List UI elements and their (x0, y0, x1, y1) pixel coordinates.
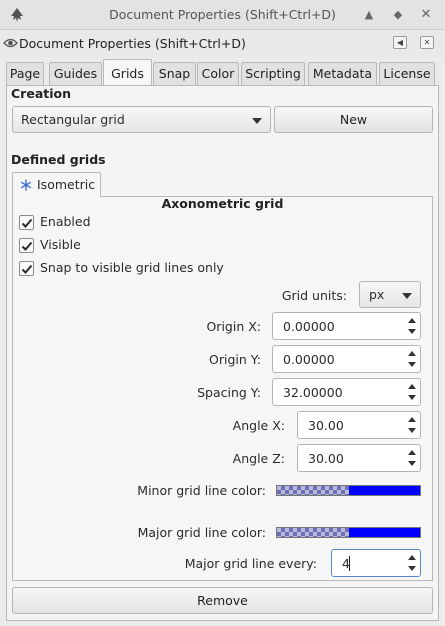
dock-iconify-button[interactable]: ◀ (393, 36, 407, 49)
enabled-label: Enabled (40, 214, 91, 229)
spin-up-icon[interactable] (407, 316, 417, 326)
defined-grids-heading: Defined grids (11, 152, 106, 167)
close-icon[interactable]: ✕ (418, 7, 434, 23)
checkmark-icon (21, 264, 33, 274)
grid-type-select[interactable]: Rectangular grid (12, 106, 271, 133)
tab-metadata[interactable]: Metadata (308, 62, 377, 86)
grid-type-title: Axonometric grid (161, 196, 284, 211)
grid-tab-label: Isometric (37, 177, 96, 192)
window-title: Document Properties (Shift+Ctrl+D) (109, 7, 336, 22)
origin-y-spinbox[interactable]: 0.00000 (272, 345, 421, 373)
checkmark-icon (21, 241, 33, 251)
spin-up-icon[interactable] (407, 349, 417, 359)
origin-x-value: 0.00000 (283, 319, 335, 334)
spin-up-icon[interactable] (407, 448, 417, 458)
spin-up-icon[interactable] (407, 553, 417, 563)
spin-up-icon[interactable] (407, 415, 417, 425)
tab-guides[interactable]: Guides (49, 62, 102, 86)
spacing-y-value: 32.00000 (283, 385, 343, 400)
tab-color[interactable]: Color (197, 62, 239, 86)
angle-x-value: 30.00 (308, 418, 344, 433)
major-color-label: Major grid line color: (137, 525, 266, 540)
remove-grid-button[interactable]: Remove (12, 587, 433, 614)
enabled-checkbox[interactable] (19, 215, 34, 230)
spin-down-icon[interactable] (407, 359, 417, 369)
restore-icon[interactable]: ◆ (390, 7, 406, 23)
angle-x-label: Angle X: (232, 418, 285, 433)
origin-x-label: Origin X: (206, 319, 261, 334)
major-color-swatch (349, 528, 420, 537)
tab-grids[interactable]: Grids (103, 59, 152, 87)
chevron-down-icon (402, 293, 412, 299)
minor-color-swatch (349, 486, 420, 495)
spin-down-icon[interactable] (407, 326, 417, 336)
snap-visible-only-checkbox[interactable] (19, 261, 34, 276)
snap-visible-only-label: Snap to visible grid lines only (40, 260, 224, 275)
spin-up-icon[interactable] (407, 382, 417, 392)
text-cursor (349, 556, 350, 571)
window-titlebar: Document Properties (Shift+Ctrl+D) ▲ ◆ ✕ (0, 0, 445, 30)
tab-snap[interactable]: Snap (153, 62, 196, 86)
spin-down-icon[interactable] (407, 392, 417, 402)
dock-title: Document Properties (Shift+Ctrl+D) (19, 36, 246, 51)
major-every-label: Major grid line every: (184, 556, 317, 571)
tab-license[interactable]: License (379, 62, 435, 86)
spin-down-icon[interactable] (407, 425, 417, 435)
minor-color-label: Minor grid line color: (137, 483, 266, 498)
angle-z-value: 30.00 (308, 451, 344, 466)
creation-heading: Creation (11, 86, 71, 101)
major-every-spinbox[interactable]: 4 (331, 549, 421, 577)
angle-x-spinbox[interactable]: 30.00 (297, 411, 421, 439)
tab-page[interactable]: Page (6, 62, 44, 86)
grid-type-value: Rectangular grid (21, 112, 125, 127)
origin-y-label: Origin Y: (209, 352, 261, 367)
tab-scripting[interactable]: Scripting (241, 62, 305, 86)
angle-z-label: Angle Z: (232, 451, 285, 466)
major-color-button[interactable] (276, 527, 421, 538)
grid-units-value: px (369, 287, 385, 302)
spacing-y-spinbox[interactable]: 32.00000 (272, 378, 421, 406)
new-grid-button[interactable]: New (274, 106, 433, 133)
checkmark-icon (21, 218, 33, 228)
alpha-checker (277, 486, 349, 495)
grid-units-label: Grid units: (281, 288, 347, 303)
angle-z-spinbox[interactable]: 30.00 (297, 444, 421, 472)
visible-checkbox[interactable] (19, 238, 34, 253)
alpha-checker (277, 528, 349, 537)
spin-down-icon[interactable] (407, 458, 417, 468)
spacing-y-label: Spacing Y: (197, 385, 261, 400)
origin-x-spinbox[interactable]: 0.00000 (272, 312, 421, 340)
grid-tab-isometric[interactable]: Isometric (12, 172, 101, 197)
origin-y-value: 0.00000 (283, 352, 335, 367)
spin-down-icon[interactable] (407, 563, 417, 573)
visible-label: Visible (40, 237, 81, 252)
minimize-icon[interactable]: ▲ (361, 7, 377, 23)
chevron-down-icon (252, 118, 262, 124)
snowflake-icon (20, 179, 32, 191)
minor-color-button[interactable] (276, 485, 421, 496)
eye-icon (3, 38, 18, 48)
grid-units-select[interactable]: px (359, 281, 421, 308)
dock-header: Document Properties (Shift+Ctrl+D) ◀ ✕ (0, 31, 445, 57)
dock-close-button[interactable]: ✕ (420, 36, 434, 49)
